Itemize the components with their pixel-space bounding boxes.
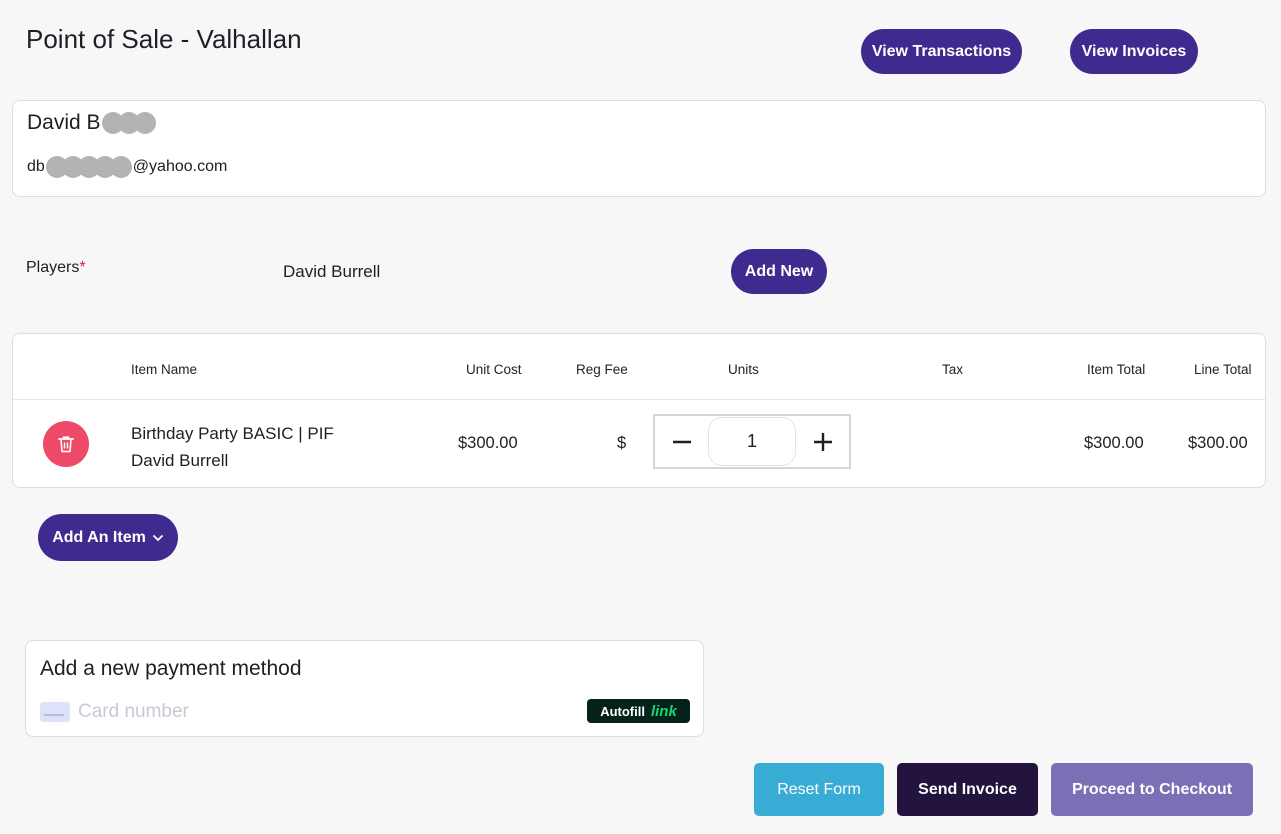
players-label-text: Players <box>26 259 80 276</box>
autofill-label: Autofill <box>600 703 645 719</box>
reg-fee-cell: $ <box>617 434 627 452</box>
item-total-cell: $300.00 <box>1084 434 1144 452</box>
players-label: Players* <box>26 259 86 277</box>
payment-method-card: Add a new payment method Autofill link <box>25 640 704 737</box>
card-number-input[interactable] <box>78 697 378 727</box>
selected-player[interactable]: David Burrell <box>283 262 380 282</box>
redaction-mark <box>101 112 156 134</box>
add-new-player-button[interactable]: Add New <box>731 249 827 294</box>
customer-email-suffix: @yahoo.com <box>132 158 228 175</box>
column-header-tax: Tax <box>942 362 964 377</box>
quantity-input[interactable] <box>708 417 796 466</box>
increment-button[interactable] <box>796 416 849 467</box>
customer-name-text: David B <box>27 111 101 134</box>
column-header-item-name: Item Name <box>131 362 198 377</box>
items-table: Item Name Unit Cost Reg Fee Units Tax It… <box>12 333 1266 488</box>
column-header-unit-cost: Unit Cost <box>466 362 522 377</box>
plus-icon <box>813 432 832 451</box>
line-total-cell: $300.00 <box>1188 434 1248 452</box>
table-divider <box>13 399 1265 400</box>
send-invoice-button[interactable]: Send Invoice <box>897 763 1038 816</box>
payment-method-title: Add a new payment method <box>40 657 302 680</box>
page-title: Point of Sale - Valhallan <box>26 24 302 54</box>
reset-form-button[interactable]: Reset Form <box>754 763 884 816</box>
chevron-down-icon <box>152 534 163 541</box>
view-invoices-button[interactable]: View Invoices <box>1070 29 1198 74</box>
autofill-link-button[interactable]: Autofill link <box>587 699 690 723</box>
customer-name: David B <box>27 111 157 135</box>
item-player: David Burrell <box>131 451 229 470</box>
trash-icon <box>58 436 74 453</box>
column-header-item-total: Item Total <box>1087 362 1146 377</box>
minus-icon <box>672 440 691 443</box>
quantity-stepper <box>653 414 851 469</box>
customer-card: David B db @yahoo.com <box>12 100 1266 197</box>
add-item-button[interactable]: Add An Item <box>38 514 178 561</box>
redaction-mark <box>45 156 132 178</box>
view-transactions-button[interactable]: View Transactions <box>861 29 1022 74</box>
required-marker: * <box>79 259 86 276</box>
add-item-label: Add An Item <box>52 528 146 546</box>
customer-email: db @yahoo.com <box>27 156 227 178</box>
customer-email-prefix: db <box>27 158 45 175</box>
column-header-units: Units <box>728 362 759 377</box>
column-header-line-total: Line Total <box>1194 362 1252 377</box>
proceed-to-checkout-button[interactable]: Proceed to Checkout <box>1051 763 1253 816</box>
unit-cost-cell: $300.00 <box>458 434 518 452</box>
link-logo: link <box>650 702 677 720</box>
credit-card-icon <box>40 702 70 722</box>
item-name: Birthday Party BASIC | PIF <box>131 424 334 443</box>
delete-item-button[interactable] <box>43 421 89 467</box>
column-header-reg-fee: Reg Fee <box>576 362 628 377</box>
decrement-button[interactable] <box>655 416 708 467</box>
item-name-cell: Birthday Party BASIC | PIF David Burrell <box>131 420 334 474</box>
